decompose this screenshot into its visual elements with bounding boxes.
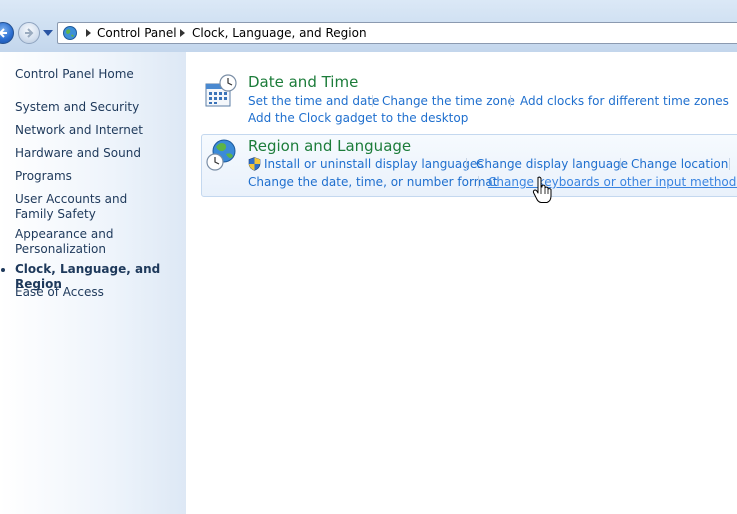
link-separator <box>478 176 479 188</box>
address-bar[interactable]: Control Panel Clock, Language, and Regio… <box>57 22 737 44</box>
globe-clock-icon[interactable] <box>204 138 238 172</box>
category-date-time[interactable]: Date and Time <box>248 73 358 91</box>
link-change-display-language[interactable]: Change display language <box>476 157 628 171</box>
breadcrumb-separator[interactable] <box>180 29 185 37</box>
link-separator <box>466 158 467 170</box>
sidebar-item-hardware-sound[interactable]: Hardware and Sound <box>15 146 180 161</box>
recent-pages-dropdown[interactable] <box>43 30 53 36</box>
breadcrumb-control-panel[interactable]: Control Panel <box>97 26 177 40</box>
link-change-time-zone[interactable]: Change the time zone <box>382 94 515 108</box>
breadcrumb-clock-language-region[interactable]: Clock, Language, and Region <box>192 26 367 40</box>
sidebar-item-appearance[interactable]: Appearance and Personalization <box>15 227 115 257</box>
control-panel-home-link[interactable]: Control Panel Home <box>15 67 180 82</box>
link-separator <box>729 158 730 170</box>
left-navigation-pane: Control Panel Home System and Security N… <box>0 52 186 514</box>
active-item-bullet <box>1 268 5 272</box>
arrow-right-icon <box>25 28 34 38</box>
sidebar-item-system-security[interactable]: System and Security <box>15 100 180 115</box>
control-panel-icon <box>63 26 77 40</box>
category-region-language[interactable]: Region and Language <box>248 137 411 155</box>
forward-button[interactable] <box>18 22 40 44</box>
sidebar-item-programs[interactable]: Programs <box>15 169 180 184</box>
hand-pointer-cursor-icon <box>532 176 552 203</box>
link-add-clocks[interactable]: Add clocks for different time zones <box>520 94 729 108</box>
navigation-bar: Control Panel Clock, Language, and Regio… <box>0 0 737 52</box>
sidebar-item-user-accounts[interactable]: User Accounts and Family Safety <box>15 192 165 222</box>
back-button[interactable] <box>0 22 14 44</box>
link-set-time-date[interactable]: Set the time and date <box>248 94 379 108</box>
link-separator <box>620 158 621 170</box>
calendar-clock-icon[interactable] <box>204 74 238 108</box>
link-change-keyboards[interactable]: Change keyboards or other input methods <box>488 175 737 189</box>
link-change-date-time-format[interactable]: Change the date, time, or number format <box>248 175 497 189</box>
sidebar-item-network-internet[interactable]: Network and Internet <box>15 123 180 138</box>
breadcrumb-separator[interactable] <box>86 29 91 37</box>
uac-shield-icon <box>248 157 261 171</box>
link-change-location[interactable]: Change location <box>631 157 728 171</box>
arrow-left-icon <box>0 28 7 38</box>
link-separator <box>372 95 373 107</box>
link-separator <box>510 95 511 107</box>
link-add-clock-gadget[interactable]: Add the Clock gadget to the desktop <box>248 111 468 125</box>
link-install-display-languages[interactable]: Install or uninstall display languages <box>264 157 484 171</box>
sidebar-item-ease-of-access[interactable]: Ease of Access <box>15 285 180 300</box>
